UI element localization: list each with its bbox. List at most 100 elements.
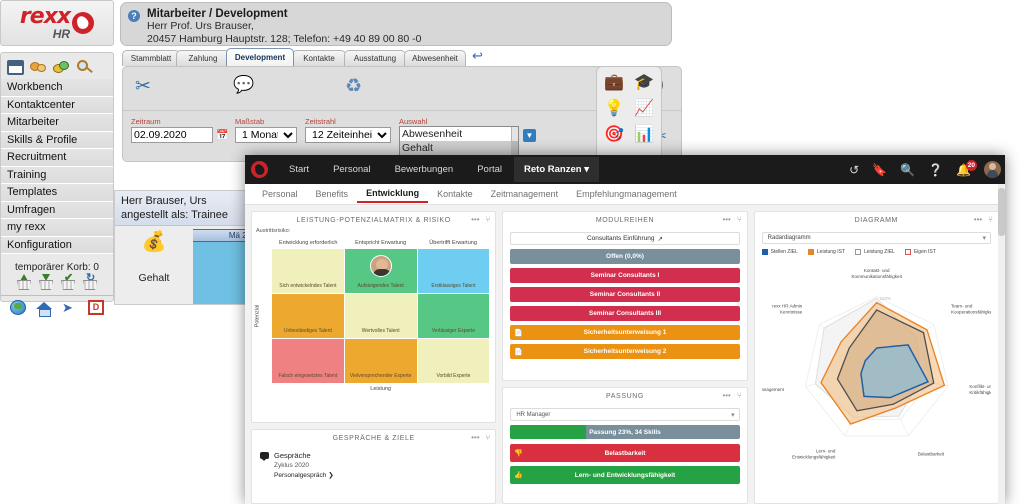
auswahl-expand-icon[interactable]: ▼ [523,129,536,142]
basket-refresh-icon[interactable]: ↻ [81,273,99,291]
sidebar-item-umfragen[interactable]: Umfragen [1,201,113,219]
more-options-icon[interactable]: ••• [974,215,982,224]
passung-row-lernfaehigkeit[interactable]: 👍 Lern- und Entwicklungsfähigkeit [510,466,740,484]
user-menu[interactable]: Reto Ranzen ▾ [514,157,599,182]
more-options-icon[interactable]: ••• [722,215,730,224]
collapse-icon[interactable]: ⑂ [486,433,491,442]
modern-scrollbar[interactable] [998,184,1005,504]
matrix-cell[interactable]: Falsch eingesetztes Talent [272,338,344,383]
zeitraum-input[interactable] [131,127,213,143]
tab-stammblatt[interactable]: Stammblatt [122,50,180,66]
basket-remove-icon[interactable] [37,274,55,291]
sidebar-item-training[interactable]: Training [1,166,113,184]
matrix-cell[interactable]: Wertvolles Talent [344,293,417,338]
calendar-icon[interactable]: 📅 [216,130,228,141]
graduation-icon[interactable]: 🎓 [632,72,656,94]
coins-icon[interactable] [53,60,70,75]
sidebar-item-templates[interactable]: Templates [1,184,113,202]
legend-item[interactable]: Stellen ZIEL [761,249,798,255]
tab-kontakte[interactable]: Kontakte [292,50,346,66]
modulreihen-select[interactable]: Consultants Einführung ↗ [510,232,740,245]
modulreihen-row[interactable]: Seminar Consultants I [510,268,740,283]
idea-chart-icon[interactable]: 📈 [632,98,656,120]
collapse-icon[interactable]: ⑂ [737,391,742,400]
legend-item[interactable]: Leistung IST [807,249,845,255]
subtab-empfehlungmanagement[interactable]: Empfehlungmanagement [567,186,686,202]
subtab-benefits[interactable]: Benefits [307,186,358,202]
chat-icon[interactable] [30,60,47,75]
home-icon[interactable] [36,300,52,317]
matrix-cell[interactable]: Erstklassiges Talent [417,248,490,293]
matrix-cell[interactable]: Sich entwickelndes Talent [272,248,344,293]
diagramm-type-select[interactable]: Radardiagramm ▾ [761,232,991,244]
logout-icon[interactable]: D [88,300,104,315]
back-arrow-icon[interactable]: ↩ [472,48,483,64]
gespraeche-link[interactable]: Personalgespräch ❯ [274,471,487,479]
auswahl-option-gehalt[interactable]: Gehalt [400,141,518,155]
modulreihen-row[interactable]: Seminar Consultants II [510,287,740,302]
history-icon[interactable]: ↺ [849,164,859,176]
modulreihen-row[interactable]: 📄 Sicherheitsunterweisung 1 [510,325,740,340]
subtab-kontakte[interactable]: Kontakte [428,186,482,202]
subtab-entwicklung[interactable]: Entwicklung [357,185,429,203]
avatar[interactable] [984,161,1001,178]
subtab-personal[interactable]: Personal [253,186,307,202]
more-options-icon[interactable]: ••• [471,433,479,442]
basket-add-icon[interactable] [15,274,33,291]
bar-chart-icon[interactable]: 📊 [632,124,656,146]
search-icon[interactable]: 🔍 [900,164,915,176]
external-link-icon[interactable]: ↗ [658,235,663,243]
massstab-select[interactable]: 1 Monat [235,127,297,143]
idea-icon[interactable]: 💡 [602,98,626,120]
zeitstrahl-select[interactable]: 12 Zeiteinheiten [305,127,391,143]
target-icon[interactable]: 🎯 [602,124,626,146]
notifications-icon[interactable]: 🔔 20 [956,159,977,176]
subtab-zeitmanagement[interactable]: Zeitmanagement [482,186,568,202]
bookmark-icon[interactable]: 🔖 [872,164,887,176]
nav-item-portal[interactable]: Portal [465,157,514,182]
tab-ausstattung[interactable]: Ausstattung [344,50,406,66]
auswahl-option-abwesenheit[interactable]: Abwesenheit [400,127,518,141]
send-icon[interactable]: ➤ [62,300,78,315]
matrix-cell-current[interactable]: Aufsteigendes Talent [344,248,417,293]
comment-icon[interactable]: 💬 [233,75,254,95]
globe-icon[interactable] [10,300,26,315]
tab-development[interactable]: Development [226,48,294,66]
tab-abwesenheit[interactable]: Abwesenheit [404,50,466,66]
rexx-logo-icon[interactable] [251,161,268,178]
pdf-export-icon[interactable]: ♻ [345,75,362,98]
matrix-cell[interactable]: Unbeständiges Talent [272,293,344,338]
nav-item-bewerbungen[interactable]: Bewerbungen [383,157,466,182]
collapse-icon[interactable]: ⑂ [988,215,993,224]
legend-item[interactable]: Leistung ZIEL [854,249,895,255]
modulreihen-row[interactable]: Offen (0,0%) [510,249,740,264]
tools-icon[interactable]: ✂ [135,75,151,98]
sidebar-item-workbench[interactable]: Workbench [1,79,113,97]
search-icon[interactable] [76,60,93,75]
sidebar-item-kontaktcenter[interactable]: Kontaktcenter [1,96,113,114]
matrix-cell[interactable]: Verlässiger Experte [417,293,490,338]
matrix-cell[interactable]: Vorbild Experte [417,338,490,383]
help-icon[interactable]: ❔ [928,164,943,176]
career-icon[interactable]: 💼 [602,72,626,94]
tab-zahlung[interactable]: Zahlung [176,50,230,66]
collapse-icon[interactable]: ⑂ [486,215,491,224]
nav-item-personal[interactable]: Personal [321,157,383,182]
basket-confirm-icon[interactable]: ✔ [59,273,77,291]
sidebar-item-recruitment[interactable]: Recruitment [1,149,113,167]
modulreihen-row[interactable]: Seminar Consultants III [510,306,740,321]
sidebar-item-mitarbeiter[interactable]: Mitarbeiter [1,114,113,132]
sidebar-item-konfiguration[interactable]: Konfiguration [1,236,113,254]
nav-item-start[interactable]: Start [277,157,321,182]
modulreihen-row[interactable]: 📄 Sicherheitsunterweisung 2 [510,344,740,359]
collapse-icon[interactable]: ⑂ [737,215,742,224]
passung-role-select[interactable]: HR Manager ▾ [510,408,740,421]
sidebar-item-skills-profile[interactable]: Skills & Profile [1,131,113,149]
more-options-icon[interactable]: ••• [722,391,730,400]
more-options-icon[interactable]: ••• [471,215,479,224]
matrix-cell[interactable]: Vielversprechender Experte [344,338,417,383]
legend-item[interactable]: Eigen IST [904,249,936,255]
sidebar-item-my-rexx[interactable]: my rexx [1,219,113,237]
notes-icon[interactable] [7,60,24,75]
passung-row-belastbarkeit[interactable]: 👎 Belastbarkeit [510,444,740,462]
